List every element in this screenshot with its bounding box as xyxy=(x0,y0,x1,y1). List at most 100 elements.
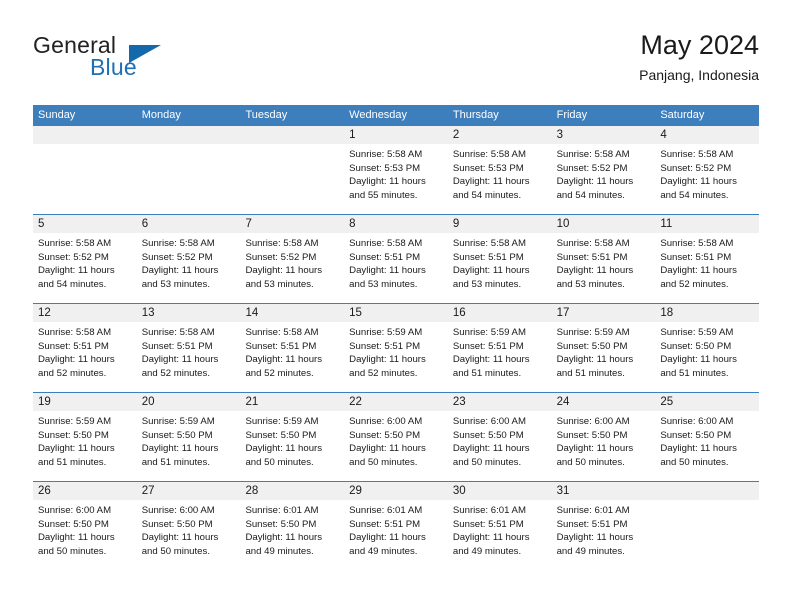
calendar-day-cell[interactable]: 28 Sunrise: 6:01 AM Sunset: 5:50 PM Dayligh… xyxy=(240,482,345,571)
daylight-text-line2: and 50 minutes. xyxy=(556,456,625,468)
sunrise-text: Sunrise: 6:00 AM xyxy=(452,416,526,427)
sunset-text: Sunset: 5:51 PM xyxy=(556,251,628,263)
daylight-text-line2: and 50 minutes. xyxy=(660,456,729,468)
calendar-day-cell[interactable]: 26 Sunrise: 6:00 AM Sunset: 5:50 PM Dayligh… xyxy=(33,482,137,571)
calendar-day-cell[interactable]: 25 Sunrise: 6:00 AM Sunset: 5:50 PM Dayligh… xyxy=(655,393,760,481)
calendar-day-cell[interactable]: 8 Sunrise: 5:58 AM Sunset: 5:51 PM Daylight… xyxy=(344,215,448,303)
sunrise-text: Sunrise: 5:58 AM xyxy=(660,149,734,160)
calendar-day-cell[interactable]: 18 Sunrise: 5:59 AM Sunset: 5:50 PM Dayligh… xyxy=(655,304,760,392)
sunrise-text: Sunrise: 5:58 AM xyxy=(245,327,319,338)
calendar-day-cell[interactable]: 23 Sunrise: 6:00 AM Sunset: 5:50 PM Dayligh… xyxy=(447,393,552,481)
calendar-day-cell[interactable]: 11 Sunrise: 5:58 AM Sunset: 5:51 PM Dayligh… xyxy=(655,215,760,303)
calendar-day-cell[interactable]: 15 Sunrise: 5:59 AM Sunset: 5:51 PM Dayligh… xyxy=(344,304,448,392)
brand-logo[interactable]: General Blue xyxy=(33,32,233,92)
day-number-band: 12 xyxy=(33,304,137,322)
calendar-day-cell[interactable]: 6 Sunrise: 5:58 AM Sunset: 5:52 PM Daylight… xyxy=(136,215,241,303)
day-number: 18 xyxy=(660,307,674,319)
calendar-day-cell[interactable]: 20 Sunrise: 5:59 AM Sunset: 5:50 PM Dayligh… xyxy=(136,393,241,481)
daylight-text-line1: Daylight: 11 hours xyxy=(660,354,737,365)
calendar-day-cell[interactable]: 4 Sunrise: 5:58 AM Sunset: 5:52 PM Daylight… xyxy=(655,126,760,214)
day-details: Sunrise: 5:58 AM Sunset: 5:51 PM Daylight:… xyxy=(448,233,552,291)
sunrise-text: Sunrise: 5:58 AM xyxy=(349,238,423,249)
sunset-text: Sunset: 5:50 PM xyxy=(660,429,732,441)
day-number-band: 9 xyxy=(447,215,552,233)
day-number-band: 20 xyxy=(136,393,241,411)
sunrise-text: Sunrise: 6:01 AM xyxy=(452,505,526,516)
sunset-text: Sunset: 5:51 PM xyxy=(349,251,421,263)
day-number: 31 xyxy=(556,485,570,497)
daylight-text-line2: and 54 minutes. xyxy=(660,189,729,201)
daylight-text-line1: Daylight: 11 hours xyxy=(452,354,530,365)
calendar-day-cell[interactable]: 31 Sunrise: 6:01 AM Sunset: 5:51 PM Dayligh… xyxy=(551,482,656,571)
daylight-text-line2: and 49 minutes. xyxy=(556,545,625,557)
sunset-text: Sunset: 5:51 PM xyxy=(245,340,317,352)
day-of-week-thursday: Thursday xyxy=(452,109,499,121)
calendar-day-cell-empty xyxy=(33,126,137,214)
calendar-day-cell[interactable]: 1 Sunrise: 5:58 AM Sunset: 5:53 PM Daylight… xyxy=(344,126,448,214)
day-number-band: 16 xyxy=(447,304,552,322)
day-number-band: 1 xyxy=(344,126,448,144)
calendar-day-cell[interactable]: 21 Sunrise: 5:59 AM Sunset: 5:50 PM Dayligh… xyxy=(240,393,345,481)
calendar-day-cell[interactable]: 24 Sunrise: 6:00 AM Sunset: 5:50 PM Dayligh… xyxy=(551,393,656,481)
day-number-band: 7 xyxy=(240,215,345,233)
day-number-band: 26 xyxy=(33,482,137,500)
day-number: 13 xyxy=(141,307,155,319)
calendar-day-cell[interactable]: 5 Sunrise: 5:58 AM Sunset: 5:52 PM Daylight… xyxy=(33,215,137,303)
sunrise-text: Sunrise: 5:59 AM xyxy=(660,327,734,338)
sunset-text: Sunset: 5:50 PM xyxy=(556,340,628,352)
daylight-text-line1: Daylight: 11 hours xyxy=(556,354,634,365)
calendar-day-cell[interactable]: 7 Sunrise: 5:58 AM Sunset: 5:52 PM Daylight… xyxy=(240,215,345,303)
day-number: 12 xyxy=(38,307,51,319)
sunset-text: Sunset: 5:51 PM xyxy=(452,518,524,530)
calendar-day-cell[interactable]: 17 Sunrise: 5:59 AM Sunset: 5:50 PM Dayligh… xyxy=(551,304,656,392)
day-number-band: 15 xyxy=(344,304,448,322)
calendar-day-cell[interactable]: 10 Sunrise: 5:58 AM Sunset: 5:51 PM Dayligh… xyxy=(551,215,656,303)
daylight-text-line1: Daylight: 11 hours xyxy=(349,443,426,454)
calendar-day-cell[interactable]: 19 Sunrise: 5:59 AM Sunset: 5:50 PM Dayligh… xyxy=(33,393,137,481)
daylight-text-line2: and 50 minutes. xyxy=(38,545,107,557)
calendar-day-cell[interactable]: 12 Sunrise: 5:58 AM Sunset: 5:51 PM Dayligh… xyxy=(33,304,137,392)
calendar-week-row: 26 Sunrise: 6:00 AM Sunset: 5:50 PM Dayligh… xyxy=(33,482,760,571)
calendar-day-cell[interactable]: 3 Sunrise: 5:58 AM Sunset: 5:52 PM Daylight… xyxy=(551,126,656,214)
sunset-text: Sunset: 5:50 PM xyxy=(349,429,421,441)
day-details: Sunrise: 5:58 AM Sunset: 5:51 PM Daylight:… xyxy=(240,322,344,380)
day-number: 11 xyxy=(660,218,673,230)
daylight-text-line1: Daylight: 11 hours xyxy=(141,354,219,365)
daylight-text-line2: and 53 minutes. xyxy=(141,278,210,290)
day-details: Sunrise: 5:58 AM Sunset: 5:52 PM Daylight:… xyxy=(655,144,759,202)
day-details: Sunrise: 5:58 AM Sunset: 5:52 PM Daylight:… xyxy=(137,233,241,291)
day-details: Sunrise: 6:00 AM Sunset: 5:50 PM Daylight:… xyxy=(655,411,759,469)
calendar-day-cell[interactable]: 30 Sunrise: 6:01 AM Sunset: 5:51 PM Dayligh… xyxy=(447,482,552,571)
sunrise-text: Sunrise: 6:01 AM xyxy=(349,505,423,516)
sunrise-text: Sunrise: 5:59 AM xyxy=(141,416,215,427)
daylight-text-line2: and 51 minutes. xyxy=(452,367,522,379)
daylight-text-line1: Daylight: 11 hours xyxy=(349,354,426,365)
daylight-text-line1: Daylight: 11 hours xyxy=(452,176,530,187)
sunrise-text: Sunrise: 5:59 AM xyxy=(245,416,319,427)
day-details: Sunrise: 6:00 AM Sunset: 5:50 PM Daylight:… xyxy=(33,500,137,558)
daylight-text-line1: Daylight: 11 hours xyxy=(452,265,530,276)
sunset-text: Sunset: 5:51 PM xyxy=(349,340,421,352)
calendar-day-cell[interactable]: 27 Sunrise: 6:00 AM Sunset: 5:50 PM Dayligh… xyxy=(136,482,241,571)
calendar-day-cell[interactable]: 2 Sunrise: 5:58 AM Sunset: 5:53 PM Daylight… xyxy=(447,126,552,214)
day-details: Sunrise: 6:01 AM Sunset: 5:51 PM Daylight:… xyxy=(344,500,448,558)
day-details: Sunrise: 5:59 AM Sunset: 5:50 PM Daylight:… xyxy=(137,411,241,469)
calendar-day-cell[interactable]: 22 Sunrise: 6:00 AM Sunset: 5:50 PM Dayligh… xyxy=(344,393,448,481)
daylight-text-line2: and 52 minutes. xyxy=(141,367,210,379)
calendar-weeks: 1 Sunrise: 5:58 AM Sunset: 5:53 PM Daylight… xyxy=(33,126,760,571)
sunset-text: Sunset: 5:53 PM xyxy=(452,162,524,174)
calendar-day-cell[interactable]: 13 Sunrise: 5:58 AM Sunset: 5:51 PM Dayligh… xyxy=(136,304,241,392)
day-number: 20 xyxy=(141,396,155,408)
day-of-week-saturday: Saturday xyxy=(660,109,705,121)
day-number-band: 8 xyxy=(344,215,448,233)
calendar-day-cell[interactable]: 16 Sunrise: 5:59 AM Sunset: 5:51 PM Dayligh… xyxy=(447,304,552,392)
daylight-text-line1: Daylight: 11 hours xyxy=(660,443,737,454)
day-of-week-tuesday: Tuesday xyxy=(245,109,288,121)
calendar-day-cell[interactable]: 14 Sunrise: 5:58 AM Sunset: 5:51 PM Dayligh… xyxy=(240,304,345,392)
day-number-band: 11 xyxy=(655,215,760,233)
calendar-day-cell[interactable]: 29 Sunrise: 6:01 AM Sunset: 5:51 PM Dayligh… xyxy=(344,482,448,571)
daylight-text-line2: and 50 minutes. xyxy=(349,456,418,468)
day-number: 23 xyxy=(452,396,466,408)
page-header: General Blue May 2024 Panjang, Indonesia xyxy=(33,28,759,100)
calendar-day-cell[interactable]: 9 Sunrise: 5:58 AM Sunset: 5:51 PM Daylight… xyxy=(447,215,552,303)
